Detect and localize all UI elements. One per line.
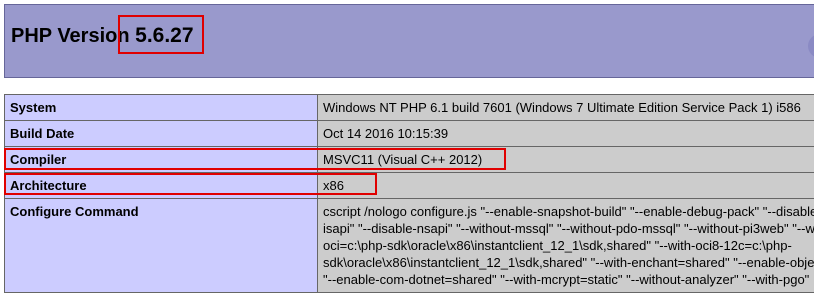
- table-row: Architecture x86: [5, 173, 814, 199]
- row-value-system: Windows NT PHP 6.1 build 7601 (Windows 7…: [318, 95, 814, 121]
- php-logo-icon: [808, 34, 814, 58]
- configure-command-line: sdk\oracle\x86\instantclient_12_1\sdk,sh…: [323, 254, 814, 271]
- version-number: 5.6.27: [135, 24, 193, 47]
- configure-command-line: "--enable-com-dotnet=shared" "--with-mcr…: [323, 271, 814, 288]
- row-label-architecture: Architecture: [5, 173, 318, 199]
- table-row: Compiler MSVC11 (Visual C++ 2012): [5, 147, 814, 173]
- row-label-build-date: Build Date: [5, 121, 318, 147]
- table-row: Build Date Oct 14 2016 10:15:39: [5, 121, 814, 147]
- row-label-system: System: [5, 95, 318, 121]
- table-row: Configure Command cscript /nologo config…: [5, 199, 814, 293]
- configure-command-line: isapi" "--disable-nsapi" "--without-mssq…: [323, 220, 814, 237]
- row-label-configure-command: Configure Command: [5, 199, 318, 293]
- configure-command-line: cscript /nologo configure.js "--enable-s…: [323, 203, 814, 220]
- row-value-build-date: Oct 14 2016 10:15:39: [318, 121, 814, 147]
- configure-command-line: oci=c:\php-sdk\oracle\x86\instantclient_…: [323, 237, 814, 254]
- table-row: System Windows NT PHP 6.1 build 7601 (Wi…: [5, 95, 814, 121]
- row-value-configure-command: cscript /nologo configure.js "--enable-s…: [318, 199, 814, 293]
- row-label-compiler: Compiler: [5, 147, 318, 173]
- php-version-header: PHP Version 5.6.27: [4, 4, 814, 78]
- row-value-architecture: x86: [318, 173, 814, 199]
- title-text: PHP Version: [11, 25, 130, 47]
- info-table: System Windows NT PHP 6.1 build 7601 (Wi…: [4, 94, 814, 293]
- page-title: PHP Version 5.6.27: [11, 24, 194, 48]
- row-value-compiler: MSVC11 (Visual C++ 2012): [318, 147, 814, 173]
